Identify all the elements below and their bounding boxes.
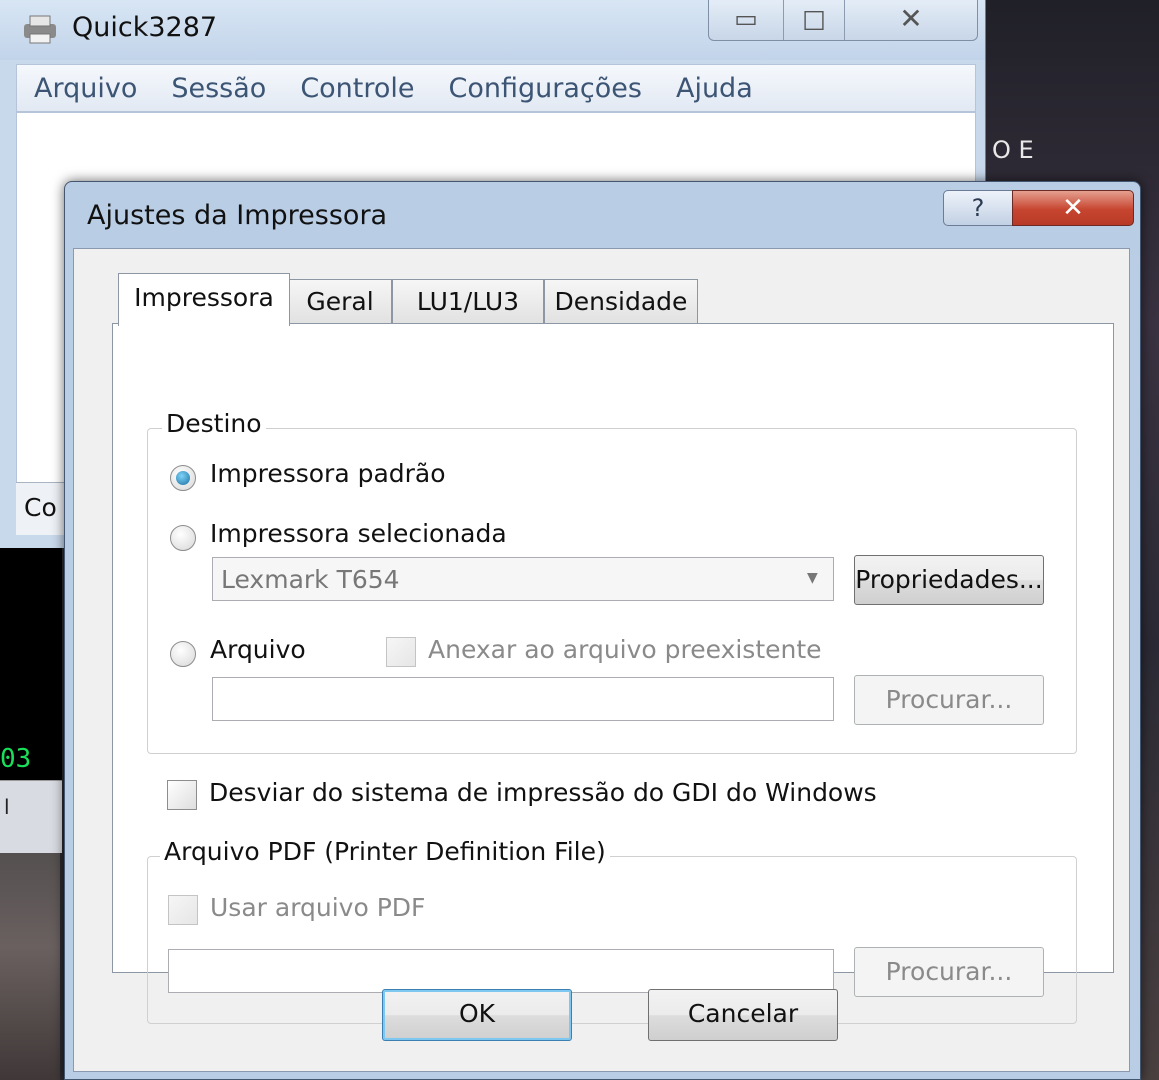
radio-selected-printer-label[interactable]: Impressora selecionada xyxy=(210,519,507,548)
pdf-legend: Arquivo PDF (Printer Definition File) xyxy=(160,837,610,866)
browse-pdf-button[interactable]: Procurar... xyxy=(854,947,1044,997)
menu-sessao[interactable]: Sessão xyxy=(154,73,283,104)
menu-controle[interactable]: Controle xyxy=(283,73,431,104)
bypass-gdi-checkbox[interactable] xyxy=(167,780,197,810)
dialog-body: Impressora Geral LU1/LU3 Densidade Desti… xyxy=(73,248,1130,1072)
status-text: Co xyxy=(24,493,57,522)
bypass-gdi-label[interactable]: Desviar do sistema de impressão do GDI d… xyxy=(209,778,877,807)
terminal-text: 03 xyxy=(0,744,32,774)
desktop-text: O E xyxy=(992,136,1034,164)
close-window-button[interactable]: ✕ xyxy=(845,0,977,40)
dialog-titlebar[interactable]: Ajustes da Impressora ? ✕ xyxy=(65,182,1140,248)
ok-button[interactable]: OK xyxy=(382,989,572,1041)
dialog-title: Ajustes da Impressora xyxy=(87,200,388,231)
chevron-down-icon: ▼ xyxy=(807,570,818,586)
tab-densidade[interactable]: Densidade xyxy=(544,279,698,324)
help-button[interactable]: ? xyxy=(943,190,1013,226)
append-file-checkbox[interactable] xyxy=(386,637,416,667)
use-pdf-checkbox[interactable] xyxy=(168,895,198,925)
destino-group: Destino Impressora padrão Impressora sel… xyxy=(147,409,1077,754)
close-dialog-button[interactable]: ✕ xyxy=(1012,190,1134,226)
menu-configuracoes[interactable]: Configurações xyxy=(432,73,659,104)
tab-geral[interactable]: Geral xyxy=(288,279,392,324)
caption-buttons: ▭ □ ✕ xyxy=(708,0,978,41)
properties-button[interactable]: Propriedades... xyxy=(854,555,1044,605)
help-icon: ? xyxy=(971,194,985,222)
append-file-label: Anexar ao arquivo preexistente xyxy=(428,635,822,664)
printer-select[interactable]: Lexmark T654 ▼ xyxy=(212,557,834,601)
cancel-button[interactable]: Cancelar xyxy=(648,989,838,1041)
minimize-button[interactable]: ▭ xyxy=(709,0,784,40)
close-icon: ✕ xyxy=(899,2,923,35)
terminal-statusbar-text: l xyxy=(4,795,10,819)
radio-file-label[interactable]: Arquivo xyxy=(210,635,306,664)
destino-legend: Destino xyxy=(162,409,266,438)
printer-select-value: Lexmark T654 xyxy=(221,565,400,594)
menu-ajuda[interactable]: Ajuda xyxy=(659,73,770,104)
radio-file[interactable] xyxy=(170,641,196,667)
tab-impressora[interactable]: Impressora xyxy=(118,273,290,326)
tab-panel-impressora: Destino Impressora padrão Impressora sel… xyxy=(112,323,1114,1024)
pdf-group: Arquivo PDF (Printer Definition File) Us… xyxy=(147,837,1077,1024)
close-icon: ✕ xyxy=(1062,193,1084,223)
file-path-input[interactable] xyxy=(212,677,834,721)
maximize-button[interactable]: □ xyxy=(784,0,845,40)
main-titlebar[interactable]: Quick3287 ▭ □ ✕ xyxy=(0,0,985,60)
main-window-title: Quick3287 xyxy=(72,12,218,43)
browse-file-button[interactable]: Procurar... xyxy=(854,675,1044,725)
pdf-path-input[interactable] xyxy=(168,949,834,993)
minimize-icon: ▭ xyxy=(734,4,758,33)
maximize-icon: □ xyxy=(802,4,826,33)
radio-default-printer-label[interactable]: Impressora padrão xyxy=(210,459,446,488)
menu-bar: Arquivo Sessão Controle Configurações Aj… xyxy=(16,64,976,112)
menu-arquivo[interactable]: Arquivo xyxy=(17,73,154,104)
printer-app-icon xyxy=(24,15,56,44)
tab-lu1-lu3[interactable]: LU1/LU3 xyxy=(392,279,544,324)
terminal-statusbar: l xyxy=(0,780,62,853)
use-pdf-label: Usar arquivo PDF xyxy=(210,893,426,922)
radio-default-printer[interactable] xyxy=(170,465,196,491)
radio-selected-printer[interactable] xyxy=(170,525,196,551)
printer-settings-dialog: Ajustes da Impressora ? ✕ Impressora Ger… xyxy=(64,181,1141,1080)
